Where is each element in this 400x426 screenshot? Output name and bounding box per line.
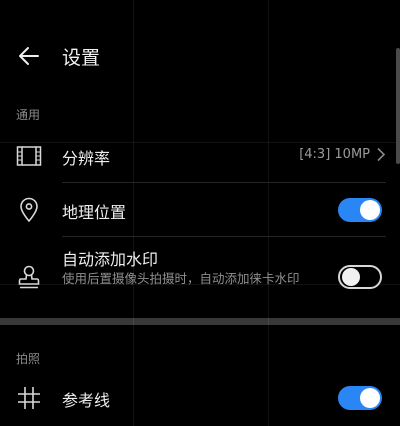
divider (62, 182, 386, 183)
chevron-right-icon (376, 147, 386, 166)
arrow-left-icon[interactable] (16, 43, 42, 69)
header: 设置 (16, 36, 100, 76)
divider (62, 236, 386, 237)
toggle-knob (360, 200, 380, 220)
toggle-knob (342, 268, 360, 286)
setting-label-watermark: 自动添加水印 (62, 250, 159, 269)
setting-row-location[interactable]: 地理位置 (0, 190, 400, 230)
location-toggle[interactable] (338, 198, 382, 222)
setting-value-resolution: [4:3] 10MP (299, 147, 370, 162)
stamp-icon (16, 264, 42, 290)
section-label-photo: 拍照 (16, 352, 41, 366)
section-label-general: 通用 (16, 108, 41, 122)
setting-row-resolution[interactable]: 分辨率 [4:3] 10MP (0, 136, 400, 176)
location-pin-icon (16, 197, 42, 223)
setting-label-location: 地理位置 (62, 203, 127, 222)
overlay-band (0, 318, 400, 325)
setting-label-resolution: 分辨率 (62, 149, 111, 168)
watermark-toggle[interactable] (338, 265, 382, 289)
setting-row-gridlines[interactable]: 参考线 (0, 378, 400, 418)
setting-label-gridlines: 参考线 (62, 391, 111, 410)
page-title: 设置 (62, 46, 101, 69)
setting-desc-watermark: 使用后置摄像头拍摄时，自动添加徕卡水印 (62, 271, 300, 286)
setting-row-watermark[interactable]: 自动添加水印 使用后置摄像头拍摄时，自动添加徕卡水印 (0, 244, 400, 308)
resolution-frame-icon (16, 143, 42, 169)
toggle-knob (360, 388, 380, 408)
gridlines-toggle[interactable] (338, 386, 382, 410)
grid-icon (16, 385, 42, 411)
